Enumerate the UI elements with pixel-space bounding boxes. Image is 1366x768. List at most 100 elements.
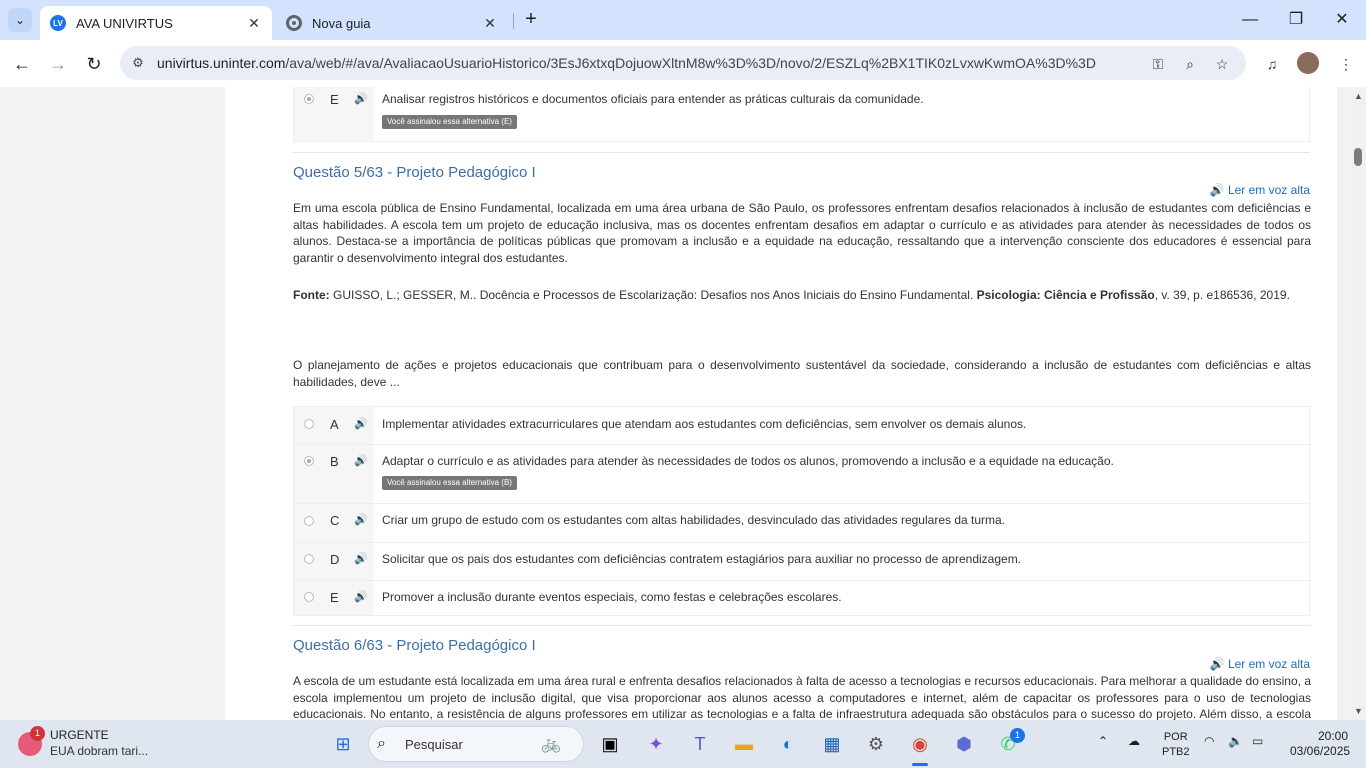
- system-clock[interactable]: 20:00 03/06/2025: [1290, 729, 1351, 759]
- option-letter: B: [330, 454, 339, 469]
- assessment-page: E 🔊 Analisar registros históricos e docu…: [225, 87, 1337, 720]
- option-letter: D: [330, 552, 340, 567]
- read-aloud-label: Ler em voz alta: [1227, 183, 1310, 197]
- news-count-badge: 1: [30, 726, 45, 741]
- restore-icon[interactable]: ❐: [1284, 8, 1308, 32]
- back-arrow-icon[interactable]: ←: [10, 52, 34, 76]
- clock-date: 03/06/2025: [1290, 744, 1351, 758]
- news-text[interactable]: EUA dobram tari...: [50, 744, 148, 758]
- minimize-icon[interactable]: —: [1238, 8, 1262, 32]
- option-letter: C: [330, 513, 340, 528]
- file-explorer-icon[interactable]: ▬: [728, 728, 760, 760]
- new-tab-plus-icon[interactable]: +: [520, 9, 542, 31]
- media-controls-icon[interactable]: ♫: [1260, 52, 1284, 76]
- speaker-icon[interactable]: 🔊: [354, 590, 368, 603]
- speaker-icon[interactable]: 🔊: [354, 92, 368, 105]
- tab-title: AVA UNIVIRTUS: [76, 15, 173, 31]
- zoom-icon[interactable]: ⌕: [1179, 53, 1201, 75]
- radio-button[interactable]: [304, 554, 314, 564]
- option-letter: E: [330, 92, 339, 107]
- language-indicator[interactable]: POR PTB2: [1162, 730, 1190, 760]
- tab-nova-guia[interactable]: Nova guia ✕: [276, 6, 508, 40]
- menu-kebab-icon[interactable]: ⋮: [1334, 52, 1358, 76]
- site-info-icon[interactable]: ⚙: [128, 53, 148, 73]
- source-journal: Psicologia: Ciência e Profissão: [976, 288, 1155, 302]
- tab-title: Nova guia: [312, 15, 371, 31]
- option-e[interactable]: E 🔊 Promover a inclusão durante eventos …: [293, 581, 1310, 616]
- option-b[interactable]: B 🔊 Adaptar o currículo e as atividades …: [293, 445, 1310, 504]
- tab-search-chevron-icon[interactable]: ⌄: [8, 8, 32, 32]
- settings-gear-icon[interactable]: ⚙: [860, 728, 892, 760]
- active-app-indicator: [912, 763, 928, 766]
- wifi-icon[interactable]: ◠: [1204, 734, 1214, 748]
- password-key-icon[interactable]: ⚿: [1147, 53, 1169, 75]
- question-5-title: Questão 5/63 - Projeto Pedagógico I: [293, 164, 536, 181]
- speaker-icon: 🔊: [1209, 657, 1225, 671]
- task-view-icon[interactable]: ▣: [594, 728, 626, 760]
- teams-icon[interactable]: T: [684, 728, 716, 760]
- option-text: Solicitar que os pais dos estudantes com…: [382, 552, 1022, 566]
- profile-avatar[interactable]: [1297, 52, 1319, 74]
- divider: [293, 152, 1310, 153]
- scrollbar-thumb[interactable]: [1354, 148, 1362, 166]
- show-hidden-icons-chevron-icon[interactable]: ⌃: [1098, 734, 1108, 748]
- reload-icon[interactable]: ↻: [82, 52, 106, 76]
- search-placeholder: Pesquisar: [405, 737, 463, 752]
- bookmark-star-icon[interactable]: ☆: [1211, 53, 1233, 75]
- question-5-prompt: O planejamento de ações e projetos educa…: [293, 358, 1311, 389]
- radio-button[interactable]: [304, 516, 314, 526]
- radio-button[interactable]: [304, 94, 314, 104]
- tab-ava-univirtus[interactable]: LV AVA UNIVIRTUS ✕: [40, 6, 272, 40]
- volume-icon[interactable]: 🔈: [1228, 734, 1243, 748]
- option-d[interactable]: D 🔊 Solicitar que os pais dos estudantes…: [293, 543, 1310, 581]
- copilot-icon[interactable]: ✦: [640, 728, 672, 760]
- radio-button[interactable]: [304, 592, 314, 602]
- vertical-scrollbar[interactable]: ▲ ▼: [1350, 87, 1366, 720]
- option-a[interactable]: A 🔊 Implementar atividades extracurricul…: [293, 406, 1310, 445]
- question-6-context: A escola de um estudante está localizada…: [293, 674, 1311, 720]
- tab-separator: [513, 13, 514, 29]
- store-icon[interactable]: ▦: [816, 728, 848, 760]
- news-title[interactable]: URGENTE: [50, 728, 109, 742]
- prev-option-e[interactable]: E 🔊 Analisar registros históricos e docu…: [293, 87, 1310, 142]
- question-5-context: Em uma escola pública de Ensino Fundamen…: [293, 201, 1311, 265]
- app-hexagon-icon[interactable]: ⬢: [948, 728, 980, 760]
- read-aloud-link[interactable]: 🔊 Ler em voz alta: [1210, 183, 1310, 197]
- source-label: Fonte:: [293, 288, 330, 302]
- speaker-icon[interactable]: 🔊: [354, 417, 368, 430]
- question-6-title: Questão 6/63 - Projeto Pedagógico I: [293, 637, 536, 654]
- speaker-icon[interactable]: 🔊: [354, 513, 368, 526]
- battery-icon[interactable]: ▭: [1252, 734, 1263, 748]
- speaker-icon[interactable]: 🔊: [354, 552, 368, 565]
- edge-icon[interactable]: ◐: [772, 728, 804, 760]
- scroll-up-arrow-icon[interactable]: ▲: [1354, 91, 1363, 101]
- scroll-down-arrow-icon[interactable]: ▼: [1354, 706, 1363, 716]
- page-viewport: E 🔊 Analisar registros históricos e docu…: [0, 87, 1350, 720]
- url-text[interactable]: univirtus.uninter.com/ava/web/#/ava/Aval…: [157, 55, 1096, 71]
- lang-line2: PTB2: [1162, 746, 1190, 758]
- option-text: Criar um grupo de estudo com os estudant…: [382, 513, 1006, 527]
- close-tab-icon[interactable]: ✕: [482, 15, 498, 31]
- forward-arrow-icon[interactable]: →: [46, 52, 70, 76]
- url-host: univirtus.uninter.com: [157, 55, 286, 71]
- radio-button[interactable]: [304, 456, 314, 466]
- chrome-icon[interactable]: ◉: [904, 728, 936, 760]
- search-icon: ⌕: [377, 735, 386, 752]
- speaker-icon[interactable]: 🔊: [354, 454, 368, 467]
- selected-badge: Você assinalou essa alternativa (B): [382, 476, 517, 490]
- read-aloud-link[interactable]: 🔊 Ler em voz alta: [1210, 657, 1310, 671]
- radio-button[interactable]: [304, 419, 314, 429]
- onedrive-cloud-icon[interactable]: ☁: [1128, 734, 1140, 748]
- ava-favicon-icon: LV: [50, 15, 66, 31]
- tab-strip: ⌄ LV AVA UNIVIRTUS ✕ Nova guia ✕ + — ❐ ✕: [0, 0, 1366, 40]
- speaker-icon: 🔊: [1209, 183, 1225, 197]
- option-text: Adaptar o currículo e as atividades para…: [382, 454, 1114, 468]
- option-text: Implementar atividades extracurriculares…: [382, 417, 1027, 431]
- taskbar-search[interactable]: ⌕ Pesquisar 🚲: [368, 726, 584, 762]
- option-letter: E: [330, 590, 339, 605]
- url-path: /ava/web/#/ava/AvaliacaoUsuarioHistorico…: [285, 55, 1096, 71]
- close-tab-icon[interactable]: ✕: [246, 15, 262, 31]
- start-windows-icon[interactable]: ⊞: [327, 728, 359, 760]
- option-c[interactable]: C 🔊 Criar um grupo de estudo com os estu…: [293, 504, 1310, 543]
- close-window-icon[interactable]: ✕: [1330, 8, 1354, 32]
